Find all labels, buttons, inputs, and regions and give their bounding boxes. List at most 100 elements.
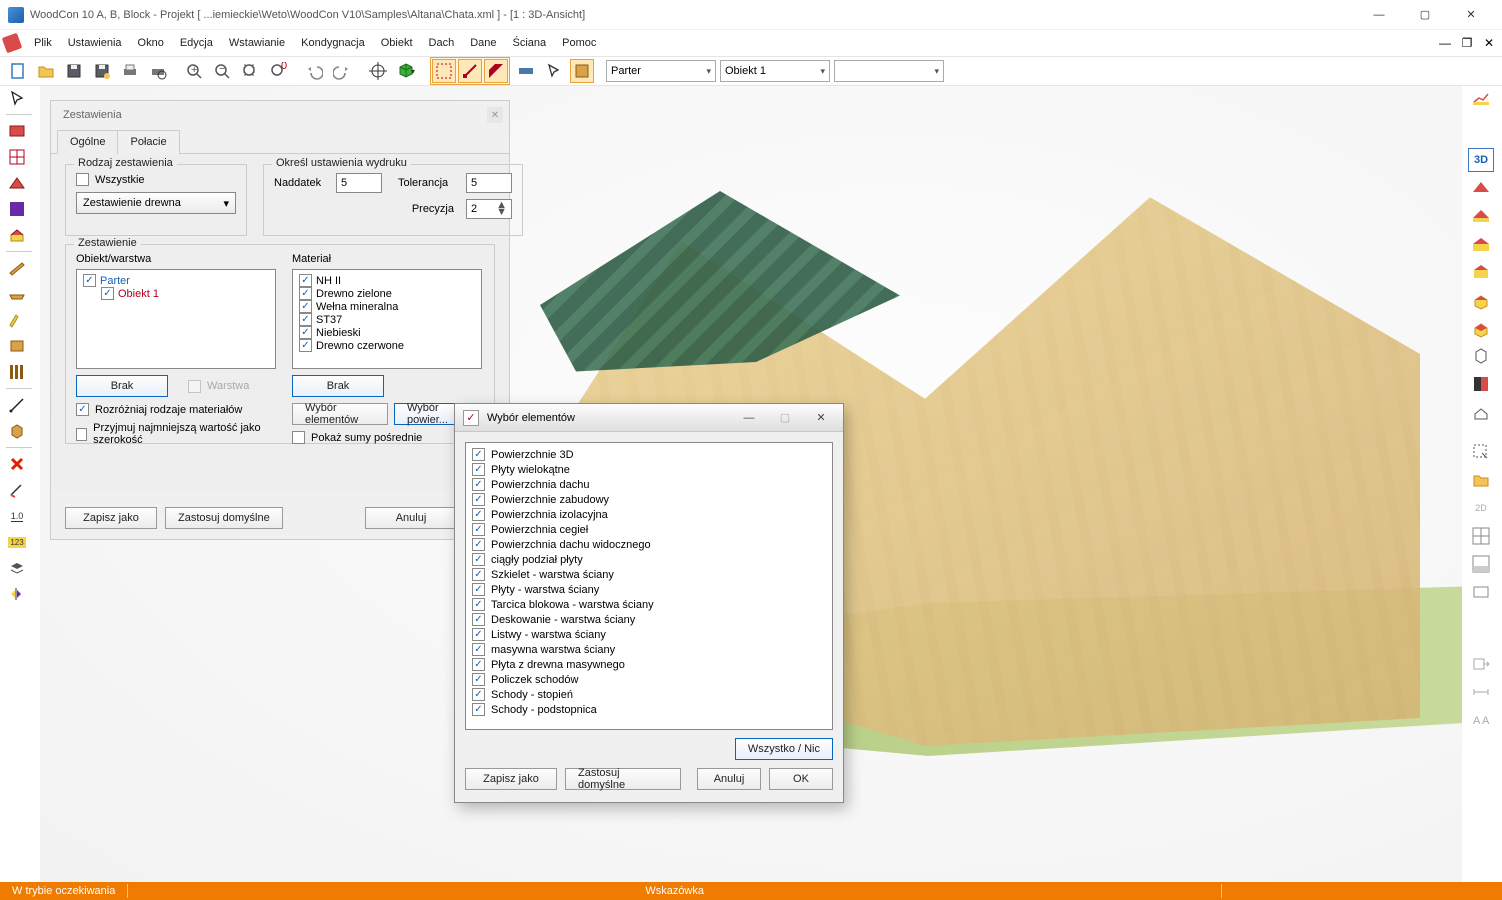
zoom-zero-icon[interactable]: 0,0 (266, 59, 290, 83)
el-chk-8[interactable] (472, 568, 485, 581)
menu-pomoc[interactable]: Pomoc (554, 33, 604, 53)
el-chk-1[interactable] (472, 463, 485, 476)
open-folder2-icon[interactable] (1468, 468, 1494, 492)
open-folder-icon[interactable] (34, 59, 58, 83)
stripes-icon[interactable] (4, 360, 30, 384)
dimension-icon[interactable] (1468, 680, 1494, 704)
mat-chk-1[interactable] (299, 287, 312, 300)
text-resize-icon[interactable]: AA (1468, 708, 1494, 732)
panel-close-button[interactable]: ✕ (487, 107, 503, 123)
el-chk-0[interactable] (472, 448, 485, 461)
anuluj-button[interactable]: Anuluj (365, 507, 457, 529)
grid-large-icon[interactable] (1468, 524, 1494, 548)
el-chk-16[interactable] (472, 688, 485, 701)
mat-chk-5[interactable] (299, 339, 312, 352)
beam2-icon[interactable] (4, 282, 30, 306)
cube-icon[interactable]: ▾ (394, 59, 418, 83)
delete-x-icon[interactable] (4, 452, 30, 476)
undo-icon[interactable] (302, 59, 326, 83)
mat-chk-0[interactable] (299, 274, 312, 287)
window-close-button[interactable]: ✕ (1448, 0, 1494, 30)
precyzja-input[interactable]: 2 ▲▼ (466, 199, 512, 219)
wszystkie-checkbox[interactable] (76, 173, 89, 186)
window-minimize-button[interactable]: — (1356, 0, 1402, 30)
menu-wstawianie[interactable]: Wstawianie (221, 33, 293, 53)
dlg-ok-button[interactable]: OK (769, 768, 833, 790)
zoom-fit-icon[interactable] (238, 59, 262, 83)
el-chk-12[interactable] (472, 628, 485, 641)
el-chk-5[interactable] (472, 523, 485, 536)
house-side-icon[interactable] (1468, 260, 1494, 284)
el-chk-9[interactable] (472, 583, 485, 596)
save-as-icon[interactable] (90, 59, 114, 83)
window-maximize-button[interactable]: ▢ (1402, 0, 1448, 30)
print-icon[interactable] (118, 59, 142, 83)
floor-combo[interactable]: Parter▾ (606, 60, 716, 82)
tree-obiekt1-checkbox[interactable] (101, 287, 114, 300)
zoom-in-icon[interactable]: + (182, 59, 206, 83)
zapisz-jako-button[interactable]: Zapisz jako (65, 507, 157, 529)
el-chk-14[interactable] (472, 658, 485, 671)
dlg-anuluj-button[interactable]: Anuluj (697, 768, 761, 790)
chart-house-icon[interactable] (1468, 86, 1494, 110)
print-preview-icon[interactable] (146, 59, 170, 83)
brak-obiekt-button[interactable]: Brak (76, 375, 168, 397)
cut-saw-icon[interactable] (4, 478, 30, 502)
zestawienie-type-combo[interactable]: Zestawienie drewna ▾ (76, 192, 236, 214)
snap-face-icon[interactable] (484, 59, 508, 83)
redo-icon[interactable] (330, 59, 354, 83)
house-icon[interactable] (4, 223, 30, 247)
menu-edycja[interactable]: Edycja (172, 33, 221, 53)
tab-polacie[interactable]: Połacie (117, 130, 179, 154)
el-chk-10[interactable] (472, 598, 485, 611)
panel-bottom-icon[interactable] (1468, 552, 1494, 576)
tolerancja-input[interactable]: 5 (466, 173, 512, 193)
dlg-domyslne-button[interactable]: Zastosuj domyślne (565, 768, 681, 790)
przyjmuj-checkbox[interactable] (76, 428, 87, 441)
new-file-icon[interactable] (6, 59, 30, 83)
hatch-purple-icon[interactable] (4, 197, 30, 221)
select-box-icon[interactable] (1468, 440, 1494, 464)
el-chk-15[interactable] (472, 673, 485, 686)
box-select-icon[interactable] (570, 59, 594, 83)
box3d-icon[interactable] (4, 419, 30, 443)
object-combo[interactable]: Obiekt 1▾ (720, 60, 830, 82)
house-3d2-icon[interactable] (1468, 316, 1494, 340)
menu-kondygnacja[interactable]: Kondygnacja (293, 33, 373, 53)
menu-okno[interactable]: Okno (130, 33, 172, 53)
dialog-close-button[interactable]: ✕ (807, 408, 835, 428)
tab-ogolne[interactable]: Ogólne (57, 130, 118, 154)
menu-dach[interactable]: Dach (421, 33, 463, 53)
beam3-icon[interactable] (4, 308, 30, 332)
rect-outline-icon[interactable] (1468, 580, 1494, 604)
hatch-icon[interactable] (514, 59, 538, 83)
layers-icon[interactable] (4, 556, 30, 580)
house-3d1-icon[interactable] (1468, 288, 1494, 312)
mdi-restore-button[interactable]: ❐ (1458, 34, 1476, 52)
house-front-icon[interactable] (1468, 232, 1494, 256)
mat-chk-3[interactable] (299, 313, 312, 326)
export-arrow-icon[interactable] (1468, 652, 1494, 676)
menu-plik[interactable]: Plik (26, 33, 60, 53)
wireframe-cube-icon[interactable] (1468, 344, 1494, 368)
mat-chk-2[interactable] (299, 300, 312, 313)
el-chk-13[interactable] (472, 643, 485, 656)
beam1-icon[interactable] (4, 256, 30, 280)
zoom-out-icon[interactable]: − (210, 59, 234, 83)
dialog-minimize-button[interactable]: — (735, 408, 763, 428)
menu-obiekt[interactable]: Obiekt (373, 33, 421, 53)
menu-dane[interactable]: Dane (462, 33, 504, 53)
view-2d-icon[interactable]: 2D (1468, 496, 1494, 520)
pokaz-sumy-checkbox[interactable] (292, 431, 305, 444)
spinner-down-icon[interactable]: ▼ (496, 209, 507, 216)
save-icon[interactable] (62, 59, 86, 83)
empty-combo[interactable]: ▾ (834, 60, 944, 82)
brak-material-button[interactable]: Brak (292, 375, 384, 397)
cursor-arrow-icon[interactable] (542, 59, 566, 83)
menu-ustawienia[interactable]: Ustawienia (60, 33, 130, 53)
tree-parter-checkbox[interactable] (83, 274, 96, 287)
el-chk-17[interactable] (472, 703, 485, 716)
material-list[interactable]: NH II Drewno zielone Wełna mineralna ST3… (292, 269, 482, 369)
el-chk-7[interactable] (472, 553, 485, 566)
label-123-icon[interactable]: 123 (4, 530, 30, 554)
